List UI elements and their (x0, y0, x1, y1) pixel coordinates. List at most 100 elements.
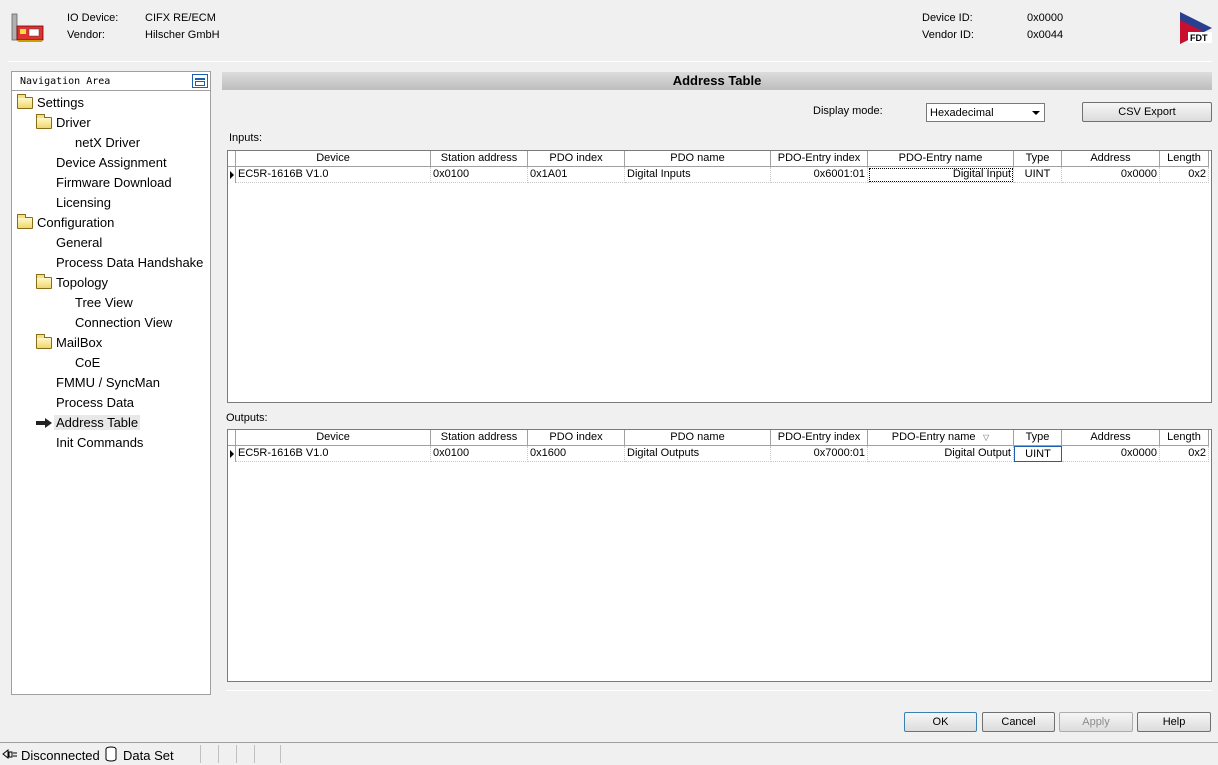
nav-item-tree-view[interactable]: Tree View (75, 294, 133, 312)
nav-item-label: Process Data (56, 395, 135, 410)
status-divider (236, 745, 237, 763)
column-header-station-address[interactable]: Station address (431, 430, 528, 446)
column-header-pdo-entry-name[interactable]: PDO-Entry name ▽ (868, 430, 1014, 446)
ok-button[interactable]: OK (904, 712, 977, 732)
status-bar: Disconnected Data Set (0, 742, 1218, 765)
cell-pdo-entry-name[interactable]: Digital Output (868, 446, 1014, 462)
cancel-button[interactable]: Cancel (982, 712, 1055, 732)
nav-item-connection-view[interactable]: Connection View (75, 314, 172, 332)
arrow-right-icon (36, 418, 52, 428)
cell-type[interactable]: UINT (1014, 446, 1062, 462)
nav-item-driver[interactable]: Driver (36, 114, 91, 132)
column-header-address[interactable]: Address (1062, 151, 1160, 167)
column-header-address[interactable]: Address (1062, 430, 1160, 446)
cell-device[interactable]: EC5R-1616B V1.0 (236, 167, 431, 183)
nav-item-label: netX Driver (75, 135, 141, 150)
folder-icon (36, 114, 52, 129)
cell-pdo-index[interactable]: 0x1600 (528, 446, 625, 462)
nav-item-device-assignment[interactable]: Device Assignment (56, 154, 167, 172)
cell-device[interactable]: EC5R-1616B V1.0 (236, 446, 431, 462)
nav-item-label: Driver (56, 115, 91, 130)
sort-descending-icon: ▽ (978, 433, 990, 442)
navigation-toggle-icon[interactable] (192, 74, 208, 88)
cell-address[interactable]: 0x0000 (1062, 446, 1160, 462)
navigation-area-title: Navigation Area (20, 76, 111, 87)
folder-icon (36, 334, 52, 349)
nav-item-configuration[interactable]: Configuration (17, 214, 114, 232)
header-divider (8, 61, 1212, 62)
nav-item-firmware-download[interactable]: Firmware Download (56, 174, 172, 192)
display-mode-value: Hexadecimal (930, 107, 994, 119)
nav-item-label: Configuration (37, 215, 115, 230)
cell-pdo-entry-name[interactable]: Digital Input (868, 167, 1014, 183)
cell-pdo-name[interactable]: Digital Outputs (625, 446, 771, 462)
nav-item-process-data[interactable]: Process Data (56, 394, 134, 412)
nav-item-label: Address Table (54, 415, 141, 430)
column-header-pdo-index[interactable]: PDO index (528, 151, 625, 167)
status-divider (280, 745, 281, 763)
cell-pdo-index[interactable]: 0x1A01 (528, 167, 625, 183)
nav-item-netx-driver[interactable]: netX Driver (75, 134, 140, 152)
cell-address[interactable]: 0x0000 (1062, 167, 1160, 183)
column-header-pdo-index[interactable]: PDO index (528, 430, 625, 446)
column-header-length[interactable]: Length (1160, 151, 1209, 167)
nav-item-fmmu-syncman[interactable]: FMMU / SyncMan (56, 374, 160, 392)
navigation-area: Navigation Area Settings Driver netX Dri… (11, 71, 211, 695)
cell-pdo-entry-index[interactable]: 0x7000:01 (771, 446, 868, 462)
column-header-pdo-name[interactable]: PDO name (625, 151, 771, 167)
cell-pdo-name[interactable]: Digital Inputs (625, 167, 771, 183)
data-set-status: Data Set (123, 748, 174, 763)
column-header-station-address[interactable]: Station address (431, 151, 528, 167)
nav-item-label: Device Assignment (56, 155, 167, 170)
cell-length[interactable]: 0x2 (1160, 167, 1209, 183)
outputs-table[interactable]: Device Station address PDO index PDO nam… (227, 429, 1212, 682)
cell-station-address[interactable]: 0x0100 (431, 167, 528, 183)
row-header-corner (228, 430, 236, 446)
vendor-value: Hilscher GmbH (145, 29, 220, 41)
io-device-label: IO Device: (67, 12, 119, 24)
nav-item-settings[interactable]: Settings (17, 94, 84, 112)
column-header-type[interactable]: Type (1014, 151, 1062, 167)
folder-icon (17, 214, 33, 229)
column-header-device[interactable]: Device (236, 430, 431, 446)
nav-item-address-table[interactable]: Address Table (36, 414, 141, 432)
column-header-type[interactable]: Type (1014, 430, 1062, 446)
nav-item-process-data-handshake[interactable]: Process Data Handshake (56, 254, 203, 272)
folder-icon (36, 274, 52, 289)
display-mode-select[interactable]: Hexadecimal (926, 103, 1045, 122)
row-selector-icon[interactable] (228, 446, 236, 462)
vendor-id-value: 0x0044 (1027, 29, 1064, 41)
io-device-value: CIFX RE/ECM (145, 12, 216, 24)
vendor-label: Vendor: (67, 29, 105, 41)
csv-export-button[interactable]: CSV Export (1082, 102, 1212, 122)
cell-type[interactable]: UINT (1014, 167, 1062, 183)
nav-item-general[interactable]: General (56, 234, 102, 252)
help-button[interactable]: Help (1137, 712, 1211, 732)
nav-item-label: MailBox (56, 335, 103, 350)
fdt-logo: FDT (1180, 12, 1212, 44)
nav-item-coe[interactable]: CoE (75, 354, 100, 372)
column-header-pdo-entry-index[interactable]: PDO-Entry index (771, 151, 868, 167)
inputs-table[interactable]: Device Station address PDO index PDO nam… (227, 150, 1212, 403)
column-header-pdo-entry-index[interactable]: PDO-Entry index (771, 430, 868, 446)
cell-pdo-entry-index[interactable]: 0x6001:01 (771, 167, 868, 183)
nav-item-licensing[interactable]: Licensing (56, 194, 111, 212)
nav-item-mailbox[interactable]: MailBox (36, 334, 102, 352)
column-header-device[interactable]: Device (236, 151, 431, 167)
column-header-pdo-name[interactable]: PDO name (625, 430, 771, 446)
column-header-pdo-entry-name[interactable]: PDO-Entry name (868, 151, 1014, 167)
navigation-area-header: Navigation Area (12, 72, 210, 91)
column-header-length[interactable]: Length (1160, 430, 1209, 446)
nav-item-label: Licensing (56, 195, 111, 210)
nav-item-label: Process Data Handshake (56, 255, 204, 270)
cell-station-address[interactable]: 0x0100 (431, 446, 528, 462)
nav-item-topology[interactable]: Topology (36, 274, 108, 292)
cell-length[interactable]: 0x2 (1160, 446, 1209, 462)
database-icon (105, 746, 117, 762)
apply-button[interactable]: Apply (1059, 712, 1133, 732)
nav-item-label: Init Commands (56, 435, 144, 450)
device-card-icon (11, 13, 44, 42)
status-divider (254, 745, 255, 763)
row-selector-icon[interactable] (228, 167, 236, 183)
nav-item-init-commands[interactable]: Init Commands (56, 434, 143, 452)
